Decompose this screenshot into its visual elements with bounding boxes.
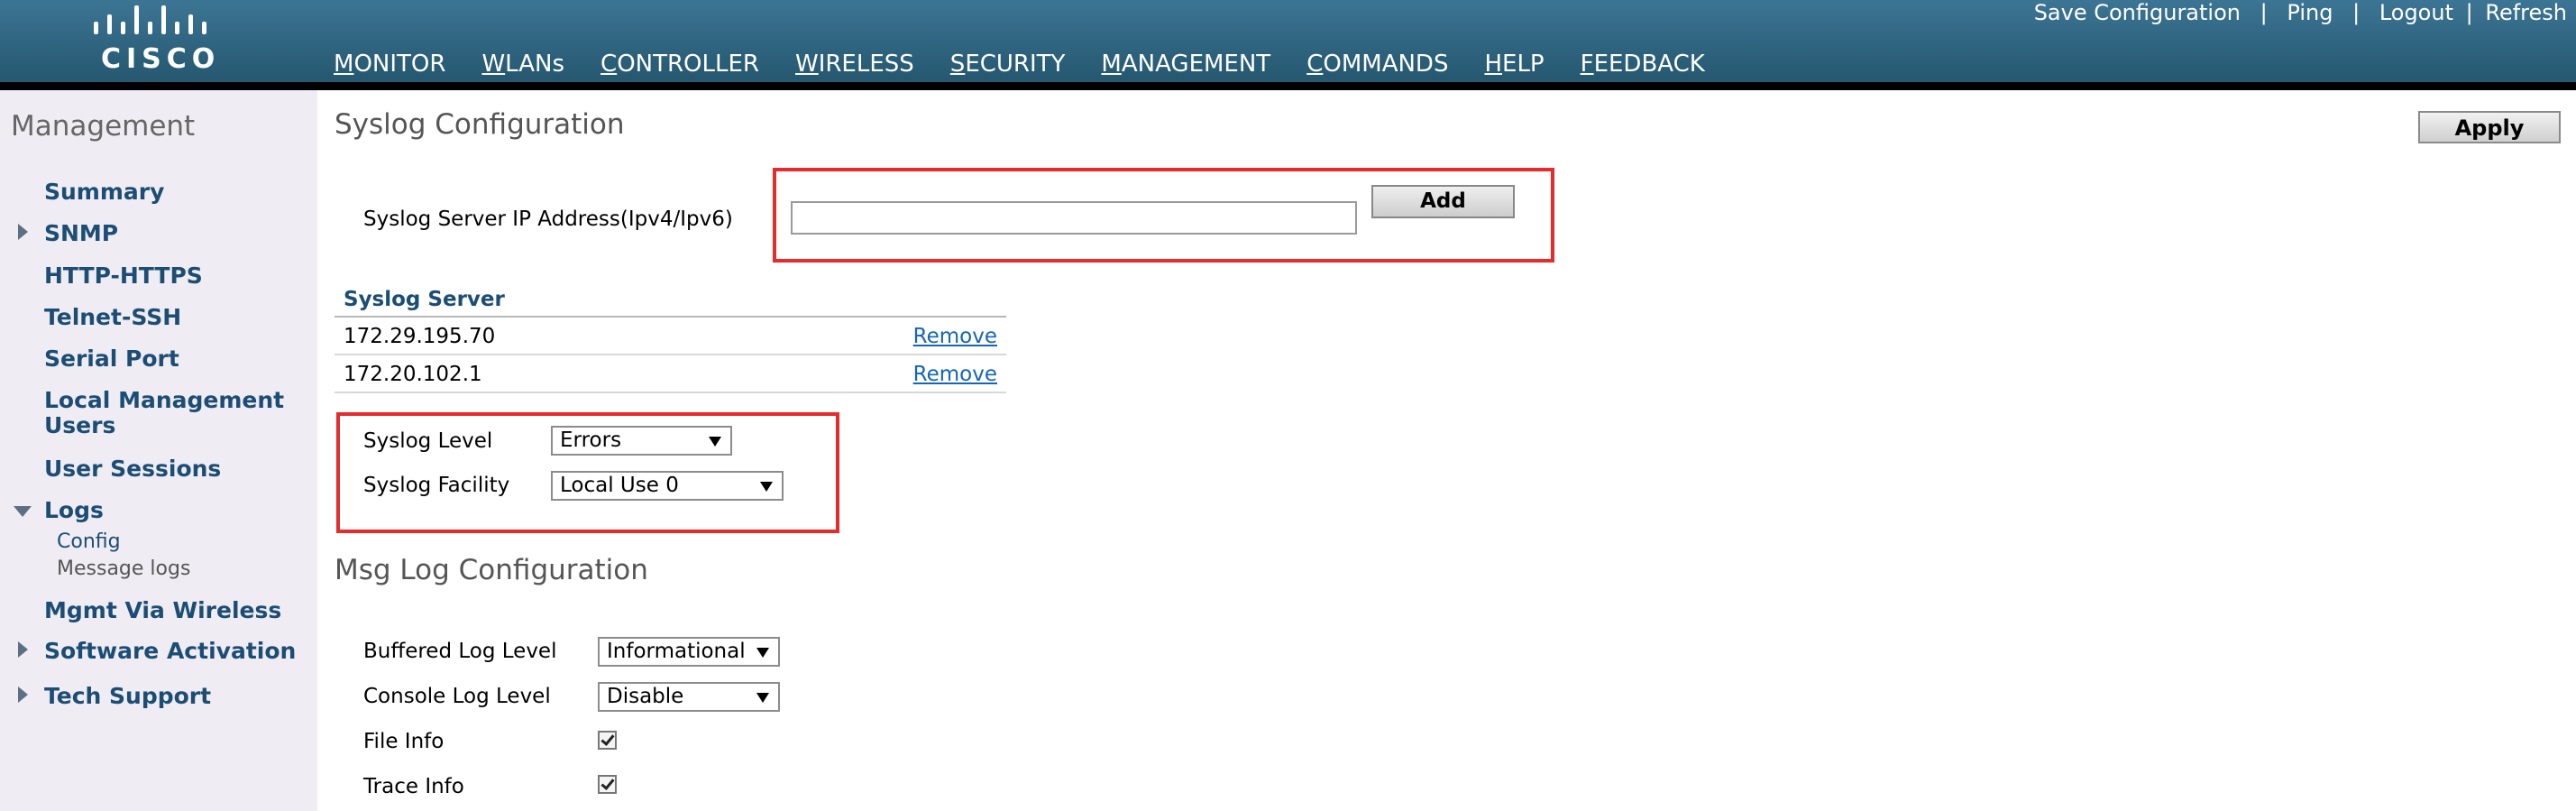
nav-security[interactable]: SECURITY [932,47,1084,82]
sidebar-item-local-management-users[interactable]: Local Management Users [44,388,284,438]
sidebar-item-mgmt-via-wireless[interactable]: Mgmt Via Wireless [44,598,281,623]
file-info-checkbox[interactable] [598,731,617,750]
sidebar-item-http-https[interactable]: HTTP-HTTPS [44,263,203,289]
syslog-server-table-header: Syslog Server [335,284,1006,318]
save-configuration-link[interactable]: Save Configuration [2034,0,2241,25]
dropdown-arrow-icon [709,437,721,447]
syslog-ip-input[interactable] [791,201,1357,235]
syslog-facility-select[interactable]: Local Use 0 [551,471,784,501]
server-ip: 172.20.102.1 [344,363,482,386]
server-ip: 172.29.195.70 [344,325,496,348]
expand-arrow-icon[interactable] [18,641,28,658]
refresh-link[interactable]: Refresh [2485,0,2567,25]
sidebar-subitem-config[interactable]: Config [57,530,121,553]
selected-value: Local Use 0 [560,474,679,497]
page-title: Syslog Configuration [335,108,625,141]
collapse-arrow-icon[interactable] [14,506,32,517]
selected-value: Informational [607,640,746,663]
apply-button[interactable]: Apply [2418,111,2561,143]
remove-link[interactable]: Remove [913,325,997,348]
sidebar-subitem-message-logs[interactable]: Message logs [57,558,190,580]
sidebar-item-snmp[interactable]: SNMP [44,221,118,246]
dropdown-arrow-icon [756,693,769,703]
main-nav: MONITOR WLANs CONTROLLER WIRELESS SECURI… [316,47,1723,89]
syslog-ip-label: Syslog Server IP Address(Ipv4/Ipv6) [363,207,733,231]
sidebar-item-user-sessions[interactable]: User Sessions [44,456,221,482]
nav-controller[interactable]: CONTROLLER [582,47,777,82]
console-log-level-select[interactable]: Disable [598,682,780,712]
table-row: 172.20.102.1 Remove [335,355,1006,393]
syslog-level-select[interactable]: Errors [551,426,732,456]
selected-value: Disable [607,685,684,708]
sidebar-item-tech-support[interactable]: Tech Support [44,684,211,709]
sidebar-item-software-activation[interactable]: Software Activation [44,639,296,664]
top-links: Save Configuration | Ping | Logout | Ref… [2034,0,2567,25]
nav-management[interactable]: MANAGEMENT [1083,47,1288,89]
add-button[interactable]: Add [1371,185,1515,218]
sidebar-item-label: Users [44,412,116,438]
table-header-label: Syslog Server [344,288,505,311]
selected-value: Errors [560,429,622,452]
file-info-label: File Info [363,730,445,753]
cisco-logo-text: CISCO [101,43,221,75]
sidebar-item-serial-port[interactable]: Serial Port [44,346,179,372]
sidebar-item-summary[interactable]: Summary [44,180,164,205]
nav-feedback[interactable]: FEEDBACK [1563,47,1723,82]
nav-help[interactable]: HELP [1466,47,1562,82]
sidebar: Management Summary SNMP HTTP-HTTPS Telne… [0,90,317,811]
expand-arrow-icon[interactable] [18,224,28,240]
trace-info-label: Trace Info [363,775,464,798]
trace-info-checkbox[interactable] [598,775,617,794]
nav-wlans[interactable]: WLANs [463,47,582,82]
syslog-facility-label: Syslog Facility [363,474,510,497]
console-log-level-label: Console Log Level [363,685,551,708]
syslog-level-label: Syslog Level [363,429,493,453]
expand-arrow-icon[interactable] [18,687,28,703]
dropdown-arrow-icon [760,482,773,492]
logout-link[interactable]: Logout [2379,0,2453,25]
header-divider [0,82,2576,90]
buffered-log-level-select[interactable]: Informational [598,637,780,667]
ping-link[interactable]: Ping [2287,0,2333,25]
dropdown-arrow-icon [756,648,769,658]
sidebar-item-label: Local Management [44,387,285,413]
remove-link[interactable]: Remove [913,363,997,386]
separator: | [2465,0,2473,25]
top-header: CISCO MONITOR WLANs CONTROLLER WIRELESS … [0,0,2576,89]
nav-monitor[interactable]: MONITOR [316,47,463,82]
sidebar-title: Management [11,110,196,143]
sidebar-item-telnet-ssh[interactable]: Telnet-SSH [44,305,181,330]
separator: | [2260,0,2268,25]
nav-commands[interactable]: COMMANDS [1288,47,1466,82]
sidebar-item-logs[interactable]: Logs [44,498,104,523]
section-title: Msg Log Configuration [335,554,648,586]
nav-wireless[interactable]: WIRELESS [777,47,932,82]
separator: | [2352,0,2361,25]
buffered-log-level-label: Buffered Log Level [363,640,557,663]
table-row: 172.29.195.70 Remove [335,318,1006,355]
